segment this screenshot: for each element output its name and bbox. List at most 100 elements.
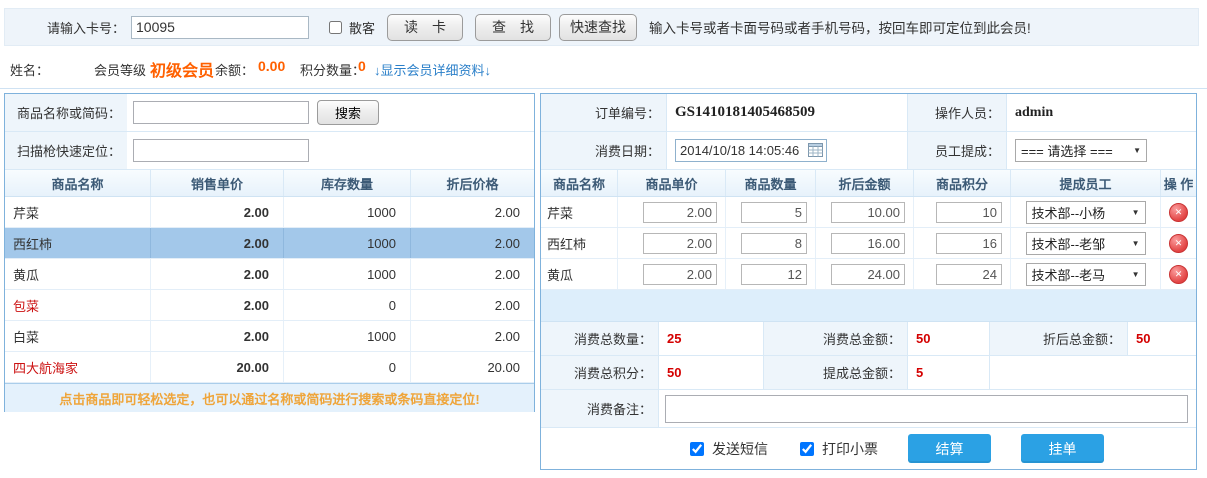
walkin-checkbox[interactable]: [329, 21, 342, 34]
order-item-row: 芹菜 技术部--小杨 ▼: [541, 197, 1196, 228]
walkin-label: 散客: [349, 18, 375, 37]
product-row[interactable]: 黄瓜 2.00 1000 2.00: [5, 259, 534, 290]
total-points-value: 50: [659, 356, 764, 389]
item-unit-price-input[interactable]: [643, 202, 717, 223]
item-discount-amount-input[interactable]: [831, 202, 905, 223]
product-stock: 1000: [284, 228, 411, 258]
commission-total-value: 5: [908, 356, 990, 389]
item-name: 黄瓜: [541, 259, 618, 289]
quick-find-button[interactable]: 快速查找: [559, 14, 637, 41]
item-discount-amount-input[interactable]: [831, 264, 905, 285]
order-panel: 订单编号： GS1410181405468509 操作人员： admin 消费日…: [540, 93, 1197, 470]
product-discount-price: 2.00: [411, 259, 534, 289]
delete-item-icon[interactable]: [1169, 265, 1188, 284]
employee-commission-label: 员工提成：: [908, 132, 1006, 169]
col-unit-price: 商品单价: [618, 170, 726, 196]
hold-order-button[interactable]: 挂单: [1021, 434, 1104, 463]
col-discount-amount: 折后金额: [816, 170, 914, 196]
calendar-icon[interactable]: [808, 142, 823, 157]
item-employee-selected: 技术部--老马: [1032, 265, 1106, 284]
product-search-button[interactable]: 搜索: [317, 100, 379, 125]
item-unit-price-input[interactable]: [643, 264, 717, 285]
item-points-input[interactable]: [936, 264, 1002, 285]
order-info-row: 订单编号： GS1410181405468509 操作人员： admin: [541, 94, 1196, 132]
col-item-name: 商品名称: [541, 170, 618, 196]
total-amount-value: 50: [908, 322, 990, 355]
product-row[interactable]: 四大航海家 20.00 0 20.00: [5, 352, 534, 383]
summary-row-1: 消费总数量： 25 消费总金额： 50 折后总金额： 50: [541, 322, 1196, 356]
item-employee-select[interactable]: 技术部--小杨 ▼: [1026, 201, 1146, 224]
order-item-row: 黄瓜 技术部--老马 ▼: [541, 259, 1196, 290]
product-price: 2.00: [151, 197, 284, 227]
total-points-label: 消费总积分：: [541, 356, 659, 389]
product-price: 2.00: [151, 290, 284, 320]
col-quantity: 商品数量: [726, 170, 816, 196]
total-quantity-label: 消费总数量：: [541, 322, 659, 355]
delete-item-icon[interactable]: [1169, 234, 1188, 253]
employee-commission-selected: === 请选择 ===: [1021, 141, 1113, 160]
card-number-input[interactable]: [131, 16, 309, 39]
consume-date-input[interactable]: [675, 139, 827, 162]
order-item-row: 西红柿 技术部--老邹 ▼: [541, 228, 1196, 259]
commission-total-label: 提成总金额：: [764, 356, 908, 389]
col-operation: 操 作: [1161, 170, 1196, 196]
chevron-down-icon: ▼: [1132, 208, 1140, 217]
card-entry-hint: 输入卡号或者卡面号码或者手机号码，按回车即可定位到此会员!: [649, 17, 1031, 37]
employee-commission-select[interactable]: === 请选择 === ▼: [1015, 139, 1147, 162]
product-row-selected[interactable]: 西红柿 2.00 1000 2.00: [5, 228, 534, 259]
item-quantity-input[interactable]: [741, 233, 807, 254]
item-quantity-input[interactable]: [741, 264, 807, 285]
product-panel-hint: 点击商品即可轻松选定，也可以通过名称或简码进行搜索或条码直接定位!: [5, 383, 534, 412]
order-table-header: 商品名称 商品单价 商品数量 折后金额 商品积分 提成员工 操 作: [541, 170, 1196, 197]
total-quantity-value: 25: [659, 322, 764, 355]
item-employee-select[interactable]: 技术部--老马 ▼: [1026, 263, 1146, 286]
order-footer: 发送短信 打印小票 结算 挂单: [541, 428, 1196, 469]
product-name: 芹菜: [5, 197, 151, 227]
remark-input[interactable]: [665, 395, 1188, 423]
order-number-value: GS1410181405468509: [675, 104, 815, 121]
delete-item-icon[interactable]: [1169, 203, 1188, 222]
balance-value: 0.00: [258, 58, 285, 74]
item-unit-price-input[interactable]: [643, 233, 717, 254]
read-card-button[interactable]: 读 卡: [387, 14, 463, 41]
total-amount-label: 消费总金额：: [764, 322, 908, 355]
col-product-name: 商品名称: [5, 170, 151, 196]
print-receipt-checkbox[interactable]: [800, 442, 814, 456]
barcode-scan-row: 扫描枪快速定位：: [5, 132, 534, 170]
item-discount-amount-input[interactable]: [831, 233, 905, 254]
item-name: 芹菜: [541, 197, 618, 227]
product-row[interactable]: 白菜 2.00 1000 2.00: [5, 321, 534, 352]
chevron-down-icon: ▼: [1133, 146, 1141, 155]
product-discount-price: 2.00: [411, 290, 534, 320]
product-search-input[interactable]: [133, 101, 309, 124]
show-member-detail-link[interactable]: ↓显示会员详细资料↓: [374, 60, 491, 79]
product-discount-price: 2.00: [411, 321, 534, 351]
product-row[interactable]: 包菜 2.00 0 2.00: [5, 290, 534, 321]
product-stock: 1000: [284, 259, 411, 289]
remark-label: 消费备注：: [541, 390, 659, 427]
item-points-input[interactable]: [936, 233, 1002, 254]
summary-empty-cell: [990, 356, 1196, 389]
product-stock: 0: [284, 352, 411, 382]
product-stock: 1000: [284, 197, 411, 227]
item-employee-select[interactable]: 技术部--老邹 ▼: [1026, 232, 1146, 255]
product-name: 四大航海家: [5, 352, 151, 382]
product-name: 黄瓜: [5, 259, 151, 289]
product-discount-price: 2.00: [411, 228, 534, 258]
barcode-scan-input[interactable]: [133, 139, 309, 162]
send-sms-checkbox[interactable]: [690, 442, 704, 456]
discount-total-label: 折后总金额：: [990, 322, 1128, 355]
product-row[interactable]: 芹菜 2.00 1000 2.00: [5, 197, 534, 228]
member-name-label: 姓名：: [10, 60, 49, 79]
item-quantity-input[interactable]: [741, 202, 807, 223]
product-search-row: 商品名称或简码： 搜索: [5, 94, 534, 132]
product-name: 西红柿: [5, 228, 151, 258]
find-button[interactable]: 查 找: [475, 14, 551, 41]
product-price: 2.00: [151, 228, 284, 258]
item-employee-selected: 技术部--老邹: [1032, 234, 1106, 253]
product-stock: 1000: [284, 321, 411, 351]
settle-button[interactable]: 结算: [908, 434, 991, 463]
item-points-input[interactable]: [936, 202, 1002, 223]
barcode-scan-label: 扫描枪快速定位：: [5, 132, 127, 169]
consume-date-row: 消费日期： 员工提成： === 请选择 ===: [541, 132, 1196, 170]
